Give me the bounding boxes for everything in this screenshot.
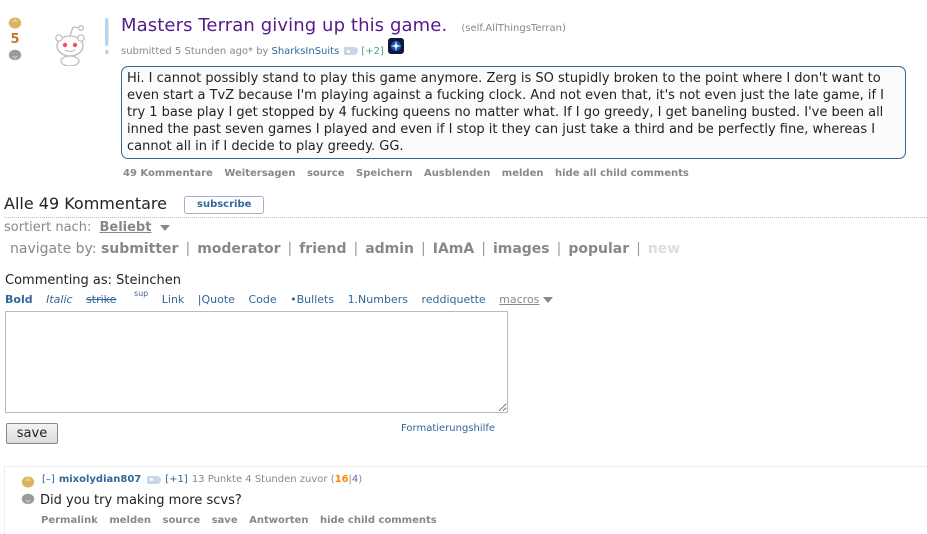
source-button[interactable]: source xyxy=(307,168,345,179)
nav-friend[interactable]: friend xyxy=(299,241,346,257)
nav-separator: | xyxy=(636,241,641,257)
italic-button[interactable]: Italic xyxy=(46,293,72,306)
comments-title: Alle 49 Kommentare xyxy=(4,194,167,213)
downvote-icon[interactable] xyxy=(8,49,22,62)
comment-body: Did you try making more scvs? xyxy=(40,493,242,508)
nav-separator: | xyxy=(185,241,191,257)
share-button[interactable]: Weitersagen xyxy=(224,168,295,179)
comment-meta-close: ) xyxy=(358,474,363,485)
navigate-label: navigate by: xyxy=(10,241,97,257)
comment-author-karma: [+1] xyxy=(165,474,188,485)
nav-submitter[interactable]: submitter xyxy=(101,241,179,257)
commenting-as-label: Commenting as: Steinchen xyxy=(5,273,182,288)
reply-button[interactable]: Antworten xyxy=(249,515,308,526)
post-selftext: Hi. I cannot possibly stand to play this… xyxy=(121,66,906,159)
comment-tagline: [–] mixolydian807 [+1] 13 Punkte 4 Stund… xyxy=(42,474,362,485)
report-button[interactable]: melden xyxy=(109,515,151,526)
post-tagline: submitted 5 Stunden ago* by SharksInSuit… xyxy=(121,38,405,60)
nav-separator: | xyxy=(353,241,359,257)
comment-author-link[interactable]: mixolydian807 xyxy=(59,474,141,485)
bold-button[interactable]: Bold xyxy=(5,293,33,306)
post-author-karma: [+2] xyxy=(361,45,384,57)
comment-textarea[interactable] xyxy=(5,311,508,413)
friend-tag-icon[interactable] xyxy=(344,47,359,55)
self-post-thumbnail-icon[interactable] xyxy=(48,14,116,66)
post-domain[interactable]: (self.AllThingsTerran) xyxy=(461,23,566,34)
hide-all-child-comments-button[interactable]: hide all child comments xyxy=(555,168,689,179)
post-title-row: Masters Terran giving up this game. (sel… xyxy=(121,15,566,36)
hide-child-comments-button[interactable]: hide child comments xyxy=(320,515,437,526)
nav-popular[interactable]: popular xyxy=(568,241,629,257)
markdown-toolbar: Bold Italic strike sup Link |Quote Code … xyxy=(5,289,563,306)
nav-images[interactable]: images xyxy=(493,241,550,257)
nav-admin[interactable]: admin xyxy=(365,241,414,257)
report-button[interactable]: melden xyxy=(502,168,544,179)
sort-row: sortiert nach: Beliebt xyxy=(4,220,170,235)
nav-moderator[interactable]: moderator xyxy=(197,241,280,257)
post-submitted-text: submitted 5 Stunden ago* by xyxy=(121,45,269,57)
comments-divider xyxy=(4,217,927,218)
flair-icon xyxy=(387,38,404,54)
bullets-button[interactable]: •Bullets xyxy=(290,293,334,306)
nav-separator: | xyxy=(421,241,426,257)
upvote-icon[interactable] xyxy=(21,475,35,488)
reddiquette-link[interactable]: reddiquette xyxy=(421,293,485,306)
upvote-icon[interactable] xyxy=(8,16,22,29)
comments-count-link[interactable]: 49 Kommentare xyxy=(123,168,213,179)
post-vote-column: 5 xyxy=(6,16,24,62)
chevron-down-icon[interactable] xyxy=(543,297,554,303)
collapse-toggle[interactable]: [–] xyxy=(42,474,55,485)
sort-dropdown[interactable]: Beliebt xyxy=(99,220,151,235)
friend-tag-icon[interactable] xyxy=(147,475,162,484)
numbers-button[interactable]: 1.Numbers xyxy=(348,293,408,306)
comment-button-bar: Permalink melden source save Antworten h… xyxy=(41,515,445,526)
sort-label: sortiert nach: xyxy=(4,220,92,235)
source-button[interactable]: source xyxy=(163,515,201,526)
downvote-icon[interactable] xyxy=(21,493,35,506)
nav-new[interactable]: new xyxy=(648,241,680,257)
subscribe-button[interactable]: subscribe xyxy=(184,196,265,214)
navigate-by-row: navigate by: submitter | moderator | friend |… xyxy=(10,241,680,257)
post-button-bar: 49 Kommentare Weitersagen source Speiche… xyxy=(123,168,697,179)
superscript-button[interactable]: sup xyxy=(134,289,148,298)
nav-separator: | xyxy=(556,241,562,257)
save-post-button[interactable]: Speichern xyxy=(356,168,412,179)
save-button[interactable]: save xyxy=(6,423,58,444)
comment-ups: 16 xyxy=(334,474,349,485)
comment: [–] mixolydian807 [+1] 13 Punkte 4 Stund… xyxy=(4,466,927,534)
save-comment-button[interactable]: save xyxy=(212,515,238,526)
permalink-button[interactable]: Permalink xyxy=(41,515,98,526)
code-button[interactable]: Code xyxy=(248,293,276,306)
strike-button[interactable]: strike xyxy=(86,293,116,306)
nav-separator: | xyxy=(481,241,486,257)
formatting-help-link[interactable]: Formatierungshilfe xyxy=(401,423,495,434)
post-author-link[interactable]: SharksInSuits xyxy=(271,46,339,57)
chevron-down-icon[interactable] xyxy=(159,224,170,231)
post-score: 5 xyxy=(10,32,20,47)
macros-dropdown[interactable]: macros xyxy=(499,293,539,306)
comment-meta: 13 Punkte 4 Stunden zuvor ( xyxy=(191,474,335,485)
nav-iama[interactable]: IAmA xyxy=(433,241,474,257)
hide-post-button[interactable]: Ausblenden xyxy=(424,168,490,179)
quote-button[interactable]: |Quote xyxy=(198,293,235,306)
post-title[interactable]: Masters Terran giving up this game. xyxy=(121,15,447,36)
link-button[interactable]: Link xyxy=(162,293,185,306)
nav-separator: | xyxy=(287,241,293,257)
comment-vote-column xyxy=(21,475,37,506)
